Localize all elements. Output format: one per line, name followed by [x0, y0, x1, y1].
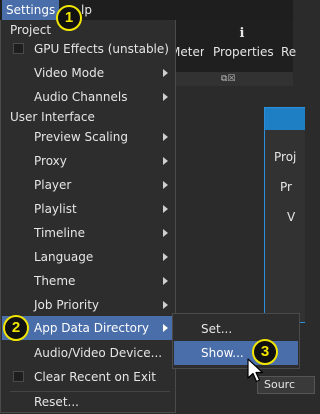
menu-item-clear-recent-on-exit[interactable]: Clear Recent on Exit — [2, 365, 174, 389]
menu-item-video-mode[interactable]: Video Mode — [2, 61, 174, 85]
chevron-right-icon — [163, 205, 168, 213]
checkbox[interactable] — [13, 43, 24, 54]
settings-menu: Project GPU Effects (unstable) Video Mod… — [0, 20, 176, 413]
menu-item-language[interactable]: Language — [2, 245, 174, 269]
menu-item-label: Reset... — [34, 395, 79, 409]
chevron-right-icon — [163, 133, 168, 141]
chevron-right-icon — [163, 157, 168, 165]
properties-label: Properties — [213, 45, 274, 59]
menu-item-preview-scaling[interactable]: Preview Scaling — [2, 125, 174, 149]
menu-item-label: Audio/Video Device... — [34, 346, 163, 360]
profile-label: Pr — [280, 180, 292, 194]
step-badge-2: 2 — [3, 315, 29, 341]
menu-item-job-priority[interactable]: Job Priority — [2, 293, 174, 317]
chevron-right-icon — [163, 253, 168, 261]
float-panel-icon[interactable]: ⧉☒ — [221, 74, 247, 84]
menu-item-label: Clear Recent on Exit — [34, 370, 156, 384]
app-data-directory-submenu: Set... Show... — [172, 313, 300, 369]
menu-item-reset[interactable]: Reset... — [2, 390, 174, 414]
video-label: V — [287, 210, 296, 224]
menu-item-label: Playlist — [34, 202, 77, 216]
submenu-item-show[interactable]: Show... — [174, 341, 298, 365]
menu-item-label: App Data Directory — [34, 321, 150, 335]
properties-button[interactable]: i Properties — [213, 24, 274, 68]
recent-icon — [281, 26, 311, 44]
menu-settings[interactable]: Settings — [2, 0, 60, 20]
menu-item-theme[interactable]: Theme — [2, 269, 174, 293]
chevron-right-icon — [163, 229, 168, 237]
menu-item-label: Theme — [34, 274, 76, 288]
menu-item-proxy[interactable]: Proxy — [2, 149, 174, 173]
menu-item-label: Job Priority — [34, 298, 100, 312]
chevron-right-icon — [163, 69, 168, 77]
menu-item-label: Video Mode — [34, 66, 105, 80]
properties-panel: Proj Pr V — [264, 107, 305, 323]
section-user-interface: User Interface — [10, 110, 95, 124]
menu-bar: Settings lp — [0, 0, 293, 20]
submenu-item-label: Show... — [201, 346, 244, 360]
chevron-right-icon — [163, 324, 168, 332]
menu-item-audio-channels[interactable]: Audio Channels — [2, 85, 174, 109]
submenu-item-set[interactable]: Set... — [174, 317, 298, 341]
menu-item-audio-video-device[interactable]: Audio/Video Device... — [2, 341, 174, 365]
menu-item-label: Player — [34, 178, 72, 192]
info-icon: i — [239, 26, 245, 41]
menu-item-label: GPU Effects (unstable) — [34, 42, 169, 56]
chevron-right-icon — [163, 93, 168, 101]
mouse-pointer-icon — [247, 358, 264, 383]
menu-item-label: Proxy — [34, 154, 67, 168]
recent-label: Re — [281, 45, 297, 59]
properties-panel-header — [265, 108, 305, 130]
menu-item-label: Preview Scaling — [34, 130, 128, 144]
menu-item-gpu-effects[interactable]: GPU Effects (unstable) — [2, 37, 174, 61]
checkbox[interactable] — [13, 371, 24, 382]
chevron-right-icon — [163, 277, 168, 285]
recent-button[interactable]: Re — [281, 24, 311, 68]
project-label: Proj — [274, 150, 297, 164]
menu-item-timeline[interactable]: Timeline — [2, 221, 174, 245]
step-badge-1: 1 — [56, 5, 82, 31]
menu-item-playlist[interactable]: Playlist — [2, 197, 174, 221]
menu-item-player[interactable]: Player — [2, 173, 174, 197]
chevron-right-icon — [163, 301, 168, 309]
menu-item-label: Timeline — [34, 226, 86, 240]
submenu-item-label: Set... — [201, 322, 233, 336]
source-tab[interactable]: Sourc — [257, 376, 315, 394]
menu-item-label: Language — [34, 250, 94, 264]
chevron-right-icon — [163, 181, 168, 189]
menu-item-label: Audio Channels — [34, 90, 128, 104]
